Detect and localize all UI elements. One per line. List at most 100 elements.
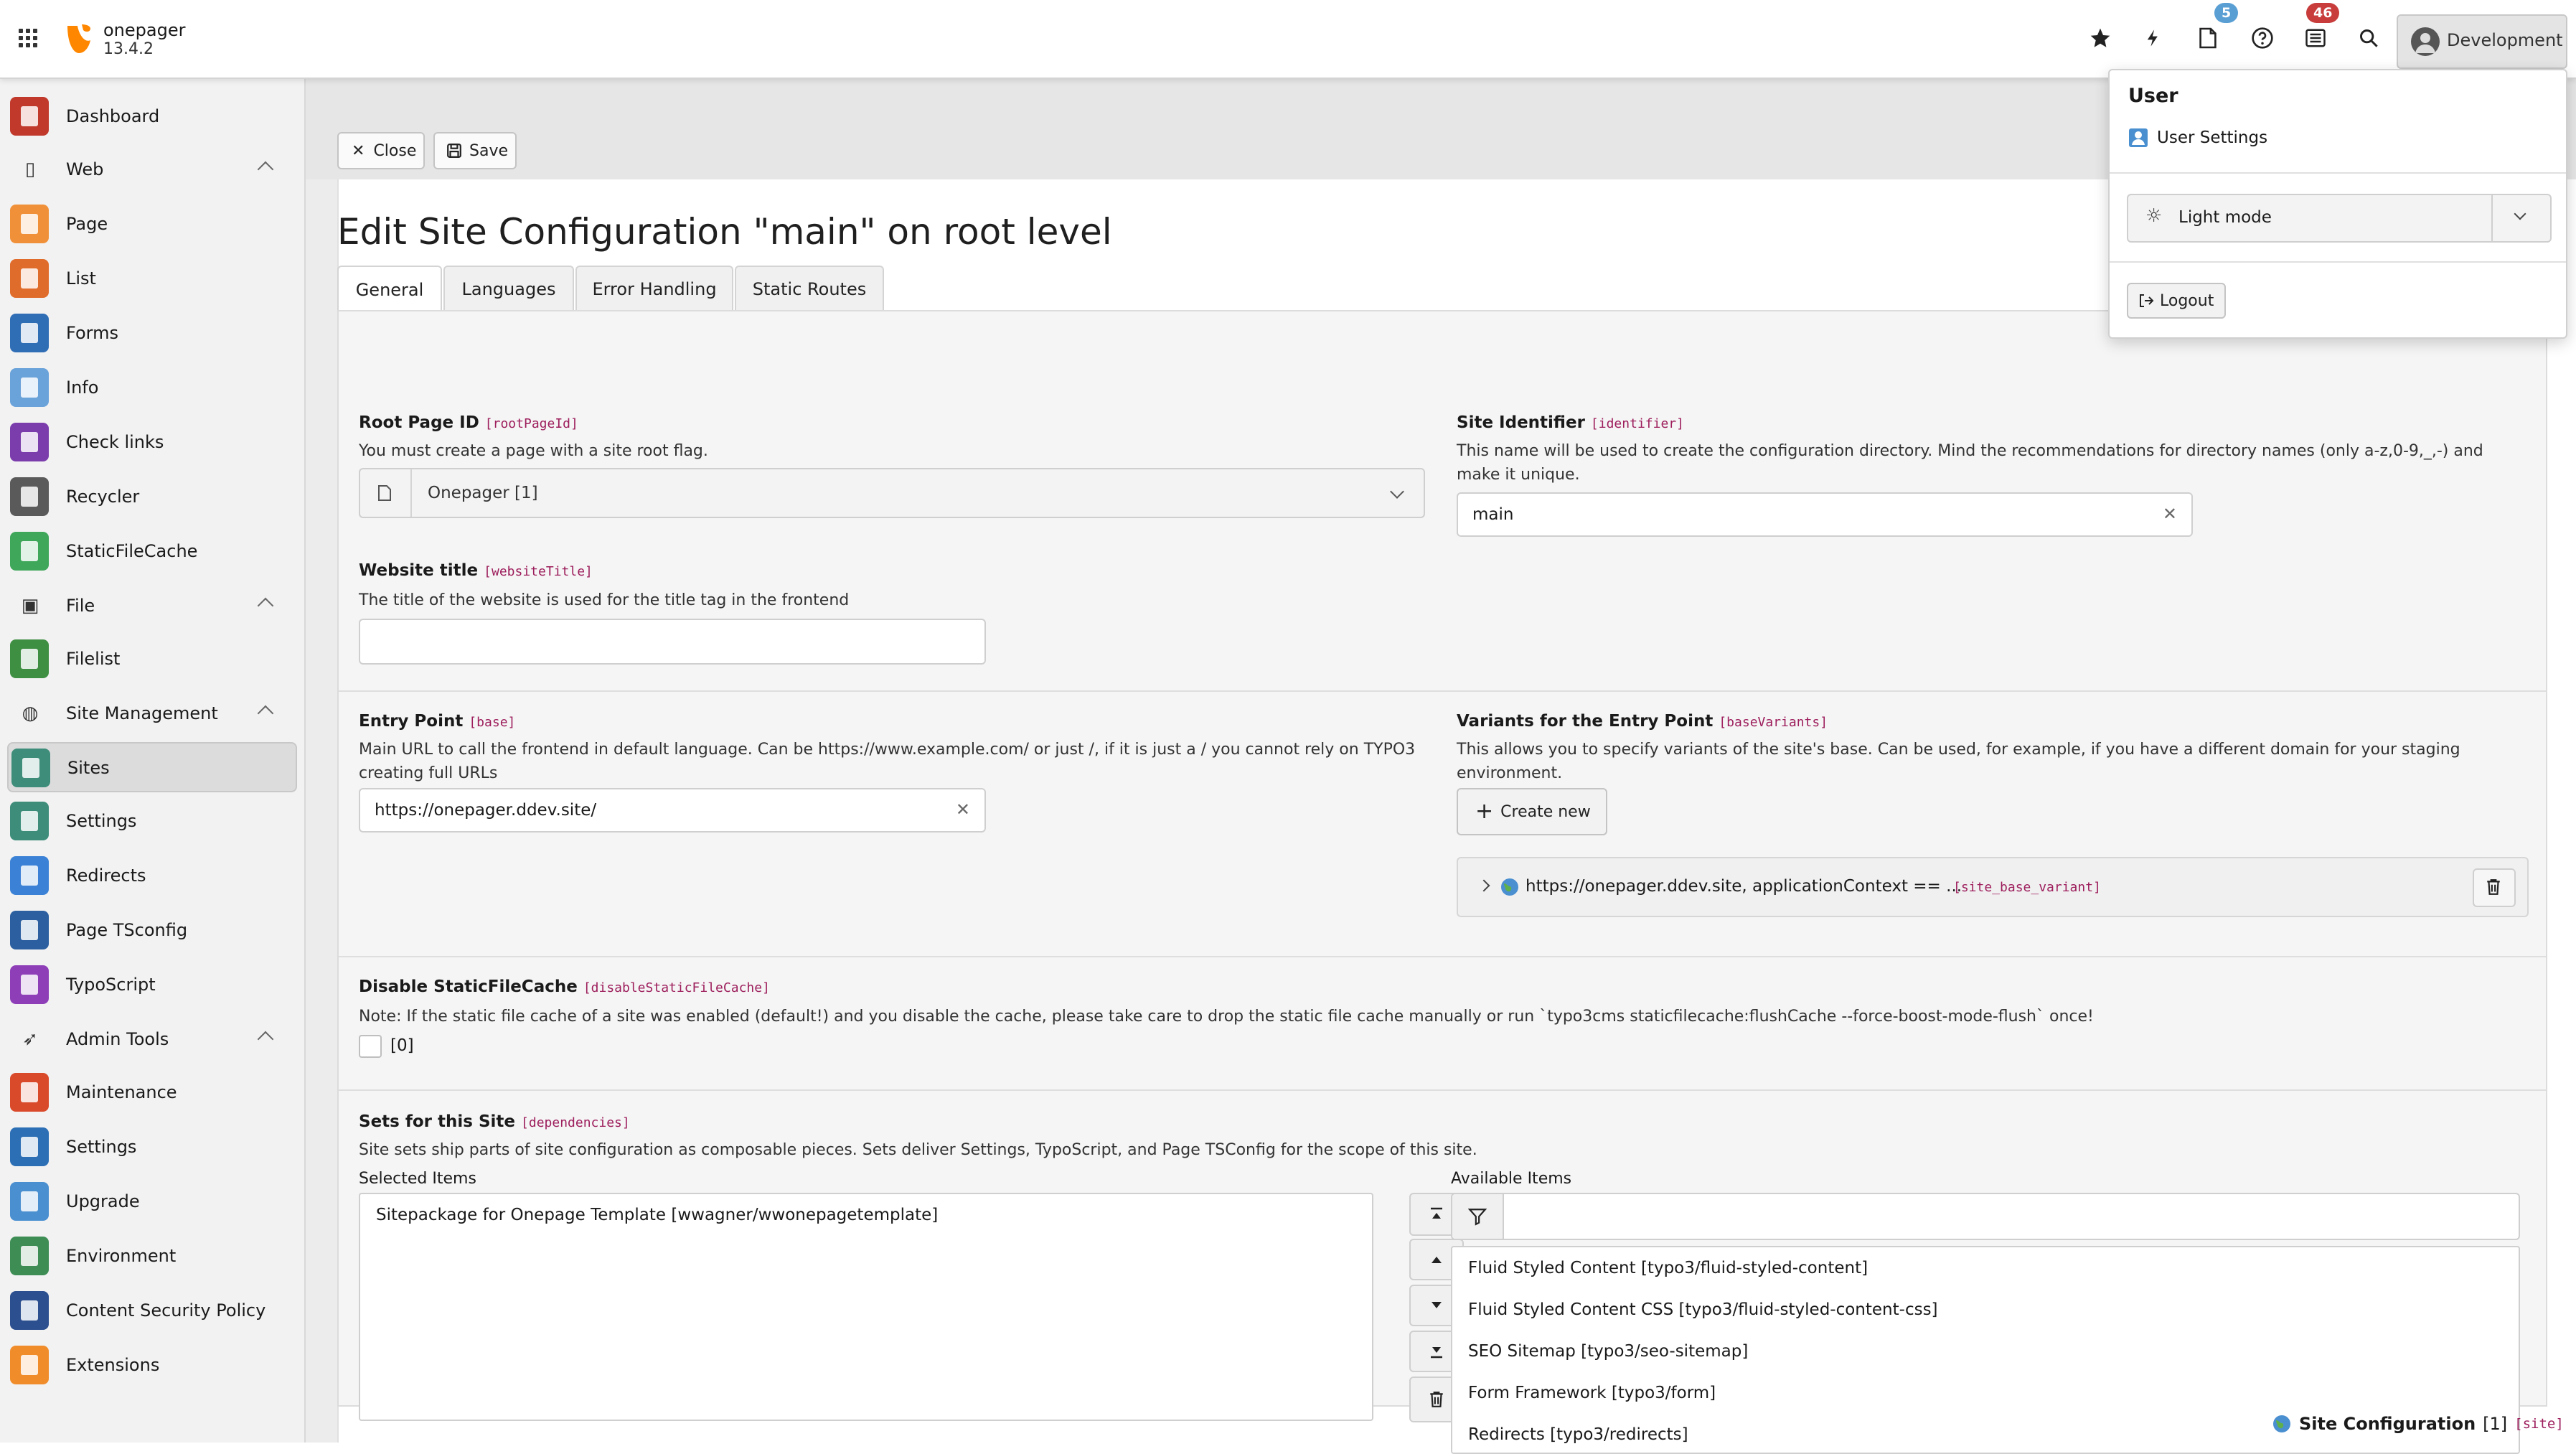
info-module-icon <box>10 368 49 407</box>
tab-error-handling[interactable]: Error Handling <box>575 266 733 311</box>
search-icon[interactable] <box>2354 23 2384 53</box>
chevron-up-icon[interactable] <box>257 597 274 614</box>
sidebar-item-forms[interactable]: Forms <box>7 309 294 356</box>
sidebar-group-file[interactable]: ▣ File <box>7 584 294 627</box>
selected-items-list[interactable]: Sitepackage for Onepage Template [wwagne… <box>359 1193 1373 1421</box>
chevron-down-icon <box>1390 484 1404 499</box>
sidebar-item-settings[interactable]: Settings <box>7 1122 294 1170</box>
available-item[interactable]: Redirects [typo3/redirects] <box>1468 1425 1688 1444</box>
root-page-select[interactable]: Onepager [1] <box>359 468 1425 518</box>
sites-module-icon <box>11 749 50 787</box>
sidebar-item-typoscript[interactable]: TypoScript <box>7 960 294 1008</box>
sidebar-group-label: Admin Tools <box>66 1029 169 1049</box>
sidebar-item-upgrade[interactable]: Upgrade <box>7 1177 294 1224</box>
clear-icon[interactable]: ✕ <box>956 799 970 820</box>
chevron-up-icon[interactable] <box>257 705 274 722</box>
filter-icon <box>1452 1194 1504 1239</box>
dashboard-module-icon <box>10 97 49 136</box>
root-page-description: You must create a page with a site root … <box>359 442 708 460</box>
sidebar-item-label: Extensions <box>66 1355 160 1375</box>
entry-point-description: Main URL to call the frontend in default… <box>359 741 1416 782</box>
clear-icon[interactable]: ✕ <box>2163 504 2177 524</box>
typo3-logo-icon[interactable] <box>63 22 95 56</box>
site-identifier-input[interactable]: main ✕ <box>1457 492 2193 537</box>
sidebar-group-admin-tools[interactable]: ➶ Admin Tools <box>7 1018 294 1061</box>
record-footer-uid: [1] <box>2483 1414 2508 1434</box>
sidebar-item-extensions[interactable]: Extensions <box>7 1341 294 1388</box>
available-items-filter[interactable] <box>1451 1193 2520 1240</box>
sidebar-item-filelist[interactable]: Filelist <box>7 634 294 682</box>
sidebar-item-label: Sites <box>67 758 110 778</box>
sidebar-item-info[interactable]: Info <box>7 363 294 411</box>
close-button-label: Close <box>373 141 417 160</box>
sidebar-item-dashboard[interactable]: Dashboard <box>7 92 294 139</box>
disable-sfc-label: Disable StaticFileCache [disableStaticFil… <box>359 977 770 996</box>
user-settings-icon <box>2129 128 2148 147</box>
save-icon <box>447 144 461 158</box>
sidebar-item-redirects[interactable]: Redirects <box>7 851 294 899</box>
disable-sfc-value: [0] <box>390 1036 414 1055</box>
sidebar-group-web[interactable]: ▯ Web <box>7 148 294 191</box>
variant-record-table: [site_base_variant] <box>1953 880 2101 895</box>
sidebar-item-settings[interactable]: Settings <box>7 797 294 844</box>
available-item[interactable]: Fluid Styled Content [typo3/fluid-styled… <box>1468 1259 1868 1277</box>
close-button[interactable]: ✕ Close <box>337 132 425 169</box>
color-mode-select[interactable]: ☼ Light mode <box>2127 194 2552 243</box>
tab-languages[interactable]: Languages <box>443 266 574 311</box>
staticfilecache-module-icon <box>10 532 49 571</box>
site-identifier-value: main <box>1472 505 1514 524</box>
sidebar-item-staticfilecache[interactable]: StaticFileCache <box>7 527 294 574</box>
save-button-label: Save <box>469 141 509 160</box>
sidebar-item-label: Check links <box>66 432 164 452</box>
available-item[interactable]: Form Framework [typo3/form] <box>1468 1384 1716 1402</box>
extensions-module-icon <box>10 1346 49 1384</box>
star-icon[interactable] <box>2085 23 2115 53</box>
disable-sfc-description: Note: If the static file cache of a site… <box>359 1008 2094 1026</box>
record-footer: Site Configuration [1] [site] <box>2272 1414 2564 1434</box>
sidebar-item-page-tsconfig[interactable]: Page TSconfig <box>7 906 294 953</box>
create-new-button[interactable]: + Create new <box>1457 788 1607 835</box>
save-button[interactable]: Save <box>433 132 517 169</box>
sidebar-item-recycler[interactable]: Recycler <box>7 472 294 520</box>
user-menu-button[interactable]: Development <box>2397 14 2567 69</box>
chevron-up-icon[interactable] <box>257 161 274 178</box>
divider <box>2110 261 2566 263</box>
entry-point-input[interactable]: https://onepager.ddev.site/ ✕ <box>359 788 986 832</box>
sidebar-item-content-security-policy[interactable]: Content Security Policy <box>7 1286 294 1333</box>
available-item[interactable]: Fluid Styled Content CSS [typo3/fluid-st… <box>1468 1300 1938 1319</box>
tab-general[interactable]: General <box>337 266 442 313</box>
variant-record[interactable]: https://onepager.ddev.site, applicationC… <box>1457 857 2529 917</box>
file-group-icon: ▣ <box>21 595 39 616</box>
sets-description: Site sets ship parts of site configurati… <box>359 1141 1477 1159</box>
website-title-description: The title of the website is used for the… <box>359 591 850 609</box>
page-icon <box>360 469 412 517</box>
chevron-right-icon[interactable] <box>1477 879 1490 892</box>
sidebar-item-label: Maintenance <box>66 1082 177 1102</box>
logout-button[interactable]: Logout <box>2127 283 2226 319</box>
filelist-module-icon <box>10 639 49 678</box>
system-information-icon[interactable] <box>2300 23 2331 53</box>
sidebar-item-list[interactable]: List <box>7 254 294 301</box>
sidebar-item-environment[interactable]: Environment <box>7 1232 294 1279</box>
chevron-up-icon[interactable] <box>257 1031 274 1048</box>
bolt-icon[interactable] <box>2138 23 2168 53</box>
website-title-input[interactable] <box>359 619 986 665</box>
sidebar-item-sites[interactable]: Sites <box>7 742 297 792</box>
user-settings-link[interactable]: User Settings <box>2128 128 2267 148</box>
selected-item[interactable]: Sitepackage for Onepage Template [wwagne… <box>376 1206 938 1224</box>
sidebar-item-page[interactable]: Page <box>7 200 294 247</box>
tab-static-routes[interactable]: Static Routes <box>735 266 884 311</box>
typoscript-module-icon <box>10 965 49 1004</box>
open-documents-icon[interactable] <box>2193 23 2223 53</box>
forms-module-icon <box>10 314 49 352</box>
available-items-label: Available Items <box>1451 1170 1572 1188</box>
sidebar-item-maintenance[interactable]: Maintenance <box>7 1068 294 1115</box>
module-menu-toggle-icon[interactable] <box>19 29 37 47</box>
sidebar-item-check-links[interactable]: Check links <box>7 418 294 465</box>
delete-variant-button[interactable] <box>2473 868 2516 907</box>
available-item[interactable]: SEO Sitemap [typo3/seo-sitemap] <box>1468 1342 1748 1361</box>
sidebar-item-label: Environment <box>66 1246 177 1266</box>
help-icon[interactable] <box>2247 23 2277 53</box>
sidebar-group-site-management[interactable]: ◍ Site Management <box>7 692 294 735</box>
disable-sfc-checkbox[interactable] <box>359 1035 382 1058</box>
